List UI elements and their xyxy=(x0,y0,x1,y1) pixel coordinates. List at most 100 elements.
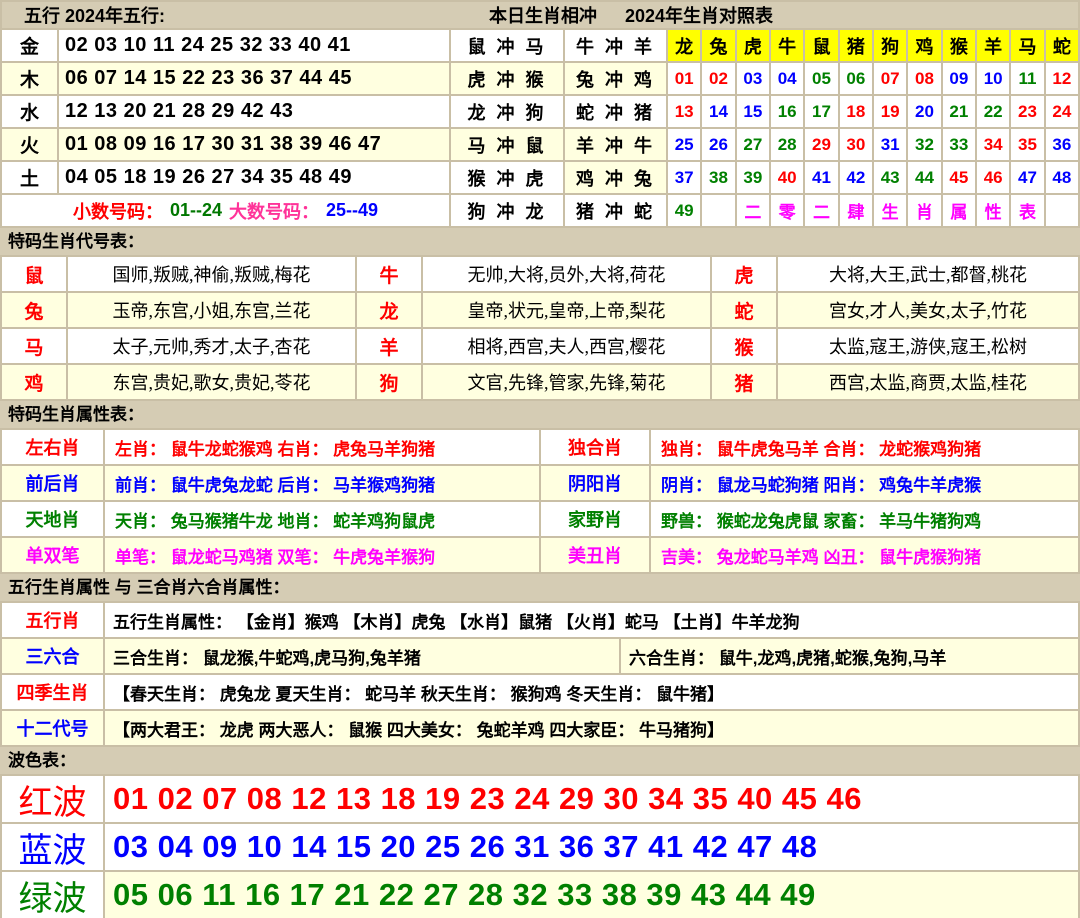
zodiac-number-cell: 35 xyxy=(1011,129,1043,160)
zodiac-header-cell: 龙 xyxy=(668,30,700,61)
clash-cell: 马 冲 鼠 xyxy=(451,129,563,160)
size-note-segment: 大数号码： xyxy=(229,198,319,224)
attribute-text-cell: 吉美： 兔龙蛇马羊鸡 凶丑： 鼠牛虎猴狗猪 xyxy=(651,538,1078,572)
zodiac-number-cell: 属 xyxy=(943,195,975,226)
zodiac-number-cell: 09 xyxy=(943,63,975,94)
zodiac-number-cell: 40 xyxy=(771,162,803,193)
zodiac-number-cell: 18 xyxy=(840,96,872,127)
wave-section-title: 波色表： xyxy=(0,747,1080,774)
zodiac-number-cell: 14 xyxy=(702,96,734,127)
wuxing-text-cell: 五行生肖属性： 【金肖】猴鸡 【木肖】虎兔 【水肖】鼠猪 【火肖】蛇马 【土肖】… xyxy=(105,603,1078,637)
zodiac-number-cell: 48 xyxy=(1046,162,1078,193)
attribute-label-cell: 天地肖 xyxy=(2,502,103,536)
zodiac-number-cell: 36 xyxy=(1046,129,1078,160)
zodiac-number-cell: 15 xyxy=(737,96,769,127)
zodiac-number-cell: 二 xyxy=(805,195,837,226)
wuxing-text-cell: 三合生肖： 鼠龙猴,牛蛇鸡,虎马狗,兔羊猪 xyxy=(105,639,619,673)
element-numbers: 04 05 18 19 26 27 34 35 48 49 xyxy=(59,162,449,193)
zodiac-number-cell: 23 xyxy=(1011,96,1043,127)
codename-section-title: 特码生肖代号表： xyxy=(0,228,1080,255)
zodiac-number-cell: 33 xyxy=(943,129,975,160)
five-elements-title: 五行 2024年五行: xyxy=(24,2,165,28)
zodiac-name-cell: 虎 xyxy=(712,257,776,291)
size-note-segment: 01--24 xyxy=(170,200,222,221)
codename-table: 鼠国师,叛贼,神偷,叛贼,梅花牛无帅,大将,员外,大将,荷花虎大将,大王,武士,… xyxy=(0,255,1080,401)
zodiac-number-cell: 25 xyxy=(668,129,700,160)
wuxing-text-cell: 【两大君王： 龙虎 两大恶人： 鼠猴 四大美女： 兔蛇羊鸡 四大家臣： 牛马猪狗… xyxy=(105,711,1078,745)
zodiac-name-cell: 狗 xyxy=(357,365,421,399)
zodiac-header-cell: 鼠 xyxy=(805,30,837,61)
wave-numbers-cell: 01 02 07 08 12 13 18 19 23 24 29 30 34 3… xyxy=(105,776,1078,822)
zodiac-header-cell: 马 xyxy=(1011,30,1043,61)
codename-desc-cell: 玉帝,东宫,小姐,东宫,兰花 xyxy=(68,293,355,327)
zodiac-name-cell: 马 xyxy=(2,329,66,363)
wuxing-label-cell: 四季生肖 xyxy=(2,675,103,709)
element-label: 木 xyxy=(2,63,57,94)
attribute-label-cell: 单双笔 xyxy=(2,538,103,572)
page: 五行 2024年五行: 本日生肖相冲 2024年生肖对照表 金02 03 10 … xyxy=(0,0,1080,918)
zodiac-number-cell: 生 xyxy=(874,195,906,226)
clash-cell: 蛇 冲 猪 xyxy=(565,96,666,127)
codename-desc-cell: 太子,元帅,秀才,太子,杏花 xyxy=(68,329,355,363)
zodiac-name-cell: 龙 xyxy=(357,293,421,327)
zodiac-number-cell: 34 xyxy=(977,129,1009,160)
attribute-text-cell: 独肖： 鼠牛虎兔马羊 合肖： 龙蛇猴鸡狗猪 xyxy=(651,430,1078,464)
zodiac-number-cell: 二 xyxy=(737,195,769,226)
zodiac-number-cell: 22 xyxy=(977,96,1009,127)
zodiac-number-cell: 42 xyxy=(840,162,872,193)
codename-desc-cell: 东宫,贵妃,歌女,贵妃,苓花 xyxy=(68,365,355,399)
zodiac-number-cell: 38 xyxy=(702,162,734,193)
zodiac-number-cell: 表 xyxy=(1011,195,1043,226)
zodiac-number-cell: 02 xyxy=(702,63,734,94)
codename-desc-cell: 大将,大王,武士,都督,桃花 xyxy=(778,257,1078,291)
zodiac-number-cell: 46 xyxy=(977,162,1009,193)
zodiac-name-cell: 猪 xyxy=(712,365,776,399)
zodiac-number-cell: 39 xyxy=(737,162,769,193)
codename-desc-cell: 西宫,太监,商贾,太监,桂花 xyxy=(778,365,1078,399)
attribute-label-cell: 家野肖 xyxy=(541,502,649,536)
wuxing-section-title: 五行生肖属性 与 三合肖六合肖属性： xyxy=(0,574,1080,601)
zodiac-header-cell: 蛇 xyxy=(1046,30,1078,61)
attribute-text-cell: 前肖： 鼠牛虎兔龙蛇 后肖： 马羊猴鸡狗猪 xyxy=(105,466,539,500)
attribute-text-cell: 阴肖： 鼠龙马蛇狗猪 阳肖： 鸡兔牛羊虎猴 xyxy=(651,466,1078,500)
clash-cell: 牛 冲 羊 xyxy=(565,30,666,61)
zodiac-number-cell: 32 xyxy=(908,129,940,160)
zodiac-name-cell: 兔 xyxy=(2,293,66,327)
wuxing-text-cell: 【春天生肖： 虎兔龙 夏天生肖： 蛇马羊 秋天生肖： 猴狗鸡 冬天生肖： 鼠牛猪… xyxy=(105,675,1078,709)
zodiac-number-cell: 45 xyxy=(943,162,975,193)
zodiac-number-cell: 31 xyxy=(874,129,906,160)
zodiac-number-cell: 41 xyxy=(805,162,837,193)
clash-cell: 猴 冲 虎 xyxy=(451,162,563,193)
wave-numbers-cell: 03 04 09 10 14 15 20 25 26 31 36 37 41 4… xyxy=(105,824,1078,870)
zodiac-number-cell: 13 xyxy=(668,96,700,127)
element-label: 水 xyxy=(2,96,57,127)
zodiac-number-cell: 肆 xyxy=(840,195,872,226)
codename-desc-cell: 相将,西宫,夫人,西宫,樱花 xyxy=(423,329,710,363)
codename-desc-cell: 皇帝,状元,皇帝,上帝,梨花 xyxy=(423,293,710,327)
zodiac-number-cell: 08 xyxy=(908,63,940,94)
attribute-label-cell: 独合肖 xyxy=(541,430,649,464)
element-numbers: 12 13 20 21 28 29 42 43 xyxy=(59,96,449,127)
wave-label-cell: 蓝波 xyxy=(2,824,103,870)
zodiac-number-cell: 26 xyxy=(702,129,734,160)
wuxing-label-cell: 五行肖 xyxy=(2,603,103,637)
wave-label-cell: 红波 xyxy=(2,776,103,822)
attribute-table: 左右肖左肖： 鼠牛龙蛇猴鸡 右肖： 虎兔马羊狗猪独合肖独肖： 鼠牛虎兔马羊 合肖… xyxy=(0,428,1080,574)
zodiac-number-cell: 24 xyxy=(1046,96,1078,127)
zodiac-number-cell: 12 xyxy=(1046,63,1078,94)
codename-desc-cell: 无帅,大将,员外,大将,荷花 xyxy=(423,257,710,291)
zodiac-number-cell: 30 xyxy=(840,129,872,160)
element-numbers: 06 07 14 15 22 23 36 37 44 45 xyxy=(59,63,449,94)
zodiac-number-cell: 07 xyxy=(874,63,906,94)
clash-cell: 鸡 冲 兔 xyxy=(565,162,666,193)
zodiac-number-cell xyxy=(702,195,734,226)
size-note-segment: 小数号码： xyxy=(73,198,163,224)
clash-cell: 猪 冲 蛇 xyxy=(565,195,666,226)
zodiac-number-cell: 20 xyxy=(908,96,940,127)
zodiac-number-cell: 44 xyxy=(908,162,940,193)
clash-cell: 虎 冲 猴 xyxy=(451,63,563,94)
codename-desc-cell: 太监,寇王,游侠,寇王,松树 xyxy=(778,329,1078,363)
element-label: 火 xyxy=(2,129,57,160)
zodiac-number-cell xyxy=(1046,195,1078,226)
top-table: 五行 2024年五行: 本日生肖相冲 2024年生肖对照表 金02 03 10 … xyxy=(0,0,1080,228)
